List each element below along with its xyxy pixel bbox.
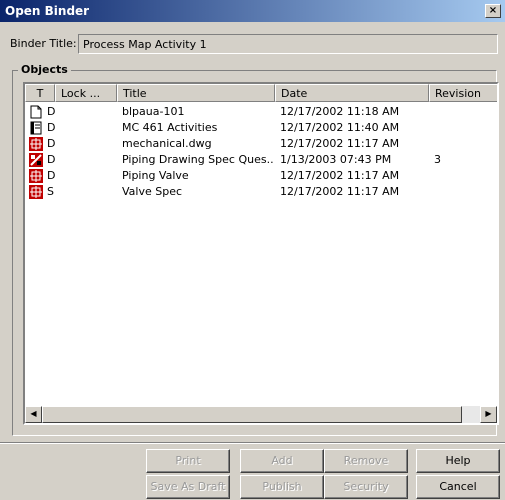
row-date: 12/17/2002 11:18 AM — [280, 105, 400, 118]
list-item[interactable]: D Piping Valve 12/17/2002 11:17 AM — [25, 168, 497, 184]
security-button[interactable]: Security — [324, 475, 408, 499]
cad-drawing-icon — [29, 185, 43, 199]
row-date: 12/17/2002 11:40 AM — [280, 121, 400, 134]
column-header-date[interactable]: Date — [275, 84, 429, 102]
window-title: Open Binder — [5, 4, 90, 18]
close-button[interactable]: × — [485, 4, 501, 18]
row-date: 12/17/2002 11:17 AM — [280, 169, 400, 182]
cad-drawing-icon — [29, 169, 43, 183]
list-item[interactable]: Dmechanical.dwg 12/17/2002 11:17 AM — [25, 136, 497, 152]
open-binder-dialog: Open Binder × Binder Title: Process Map … — [0, 0, 505, 500]
help-button[interactable]: Help — [416, 449, 500, 473]
row-type: D — [47, 105, 56, 118]
row-type: D — [47, 153, 56, 166]
scroll-right-button[interactable]: ▶ — [480, 406, 497, 423]
binder-title-label: Binder Title: — [10, 37, 77, 50]
row-title: MC 461 Activities — [122, 121, 218, 134]
column-header-type[interactable]: T — [25, 84, 55, 102]
objects-rows: Dblpaua-101 12/17/2002 11:18 AM D MC 461 Ac… — [25, 104, 497, 200]
list-header: T Lock ... Title Date Revision — [25, 84, 497, 102]
column-header-title[interactable]: Title — [117, 84, 275, 102]
row-date: 12/17/2002 11:17 AM — [280, 137, 400, 150]
title-bar: Open Binder × — [0, 0, 505, 22]
binder-title-field[interactable]: Process Map Activity 1 — [78, 34, 498, 54]
save-as-draft-button[interactable]: Save As Draft — [146, 475, 230, 499]
scroll-left-button[interactable]: ◀ — [25, 406, 42, 423]
list-item[interactable]: D Piping Drawing Spec Ques... 1/13/2003 07… — [25, 152, 497, 168]
row-revision: 3 — [434, 153, 441, 166]
objects-list[interactable]: T Lock ... Title Date Revision Dblpaua-1… — [23, 82, 499, 425]
list-item[interactable]: D MC 461 Activities 12/17/2002 11:40 AM — [25, 120, 497, 136]
arrow-left-icon: ◀ — [30, 409, 37, 418]
cancel-button[interactable]: Cancel — [416, 475, 500, 499]
column-header-revision[interactable]: Revision — [429, 84, 497, 102]
close-icon: × — [488, 5, 498, 16]
objects-legend: Objects — [18, 63, 71, 76]
row-title: Piping Drawing Spec Ques... — [122, 153, 274, 166]
row-title: blpaua-101 — [122, 105, 185, 118]
scroll-thumb[interactable] — [42, 406, 462, 423]
row-type: D — [47, 169, 56, 182]
remove-button[interactable]: Remove — [324, 449, 408, 473]
row-title: Valve Spec — [122, 185, 183, 198]
publish-button[interactable]: Publish — [240, 475, 324, 499]
horizontal-scrollbar[interactable]: ◀ ▶ — [25, 406, 497, 423]
notebook-icon — [29, 121, 43, 135]
button-area-separator — [0, 442, 505, 444]
row-type: D — [47, 121, 56, 134]
row-title: Piping Valve — [122, 169, 189, 182]
row-date: 12/17/2002 11:17 AM — [280, 185, 400, 198]
cad-drawing-icon — [29, 137, 43, 151]
list-item[interactable]: S Valve Spec 12/17/2002 11:17 AM — [25, 184, 497, 200]
list-item[interactable]: Dblpaua-101 12/17/2002 11:18 AM — [25, 104, 497, 120]
arrow-right-icon: ▶ — [485, 409, 492, 418]
row-type: D — [47, 137, 56, 150]
add-button[interactable]: Add — [240, 449, 324, 473]
row-date: 1/13/2003 07:43 PM — [280, 153, 392, 166]
row-title: mechanical.dwg — [122, 137, 212, 150]
document-icon — [29, 105, 43, 119]
row-type: S — [47, 185, 54, 198]
drawing-spec-icon — [29, 153, 43, 167]
column-header-lock[interactable]: Lock ... — [55, 84, 117, 102]
print-button[interactable]: Print — [146, 449, 230, 473]
